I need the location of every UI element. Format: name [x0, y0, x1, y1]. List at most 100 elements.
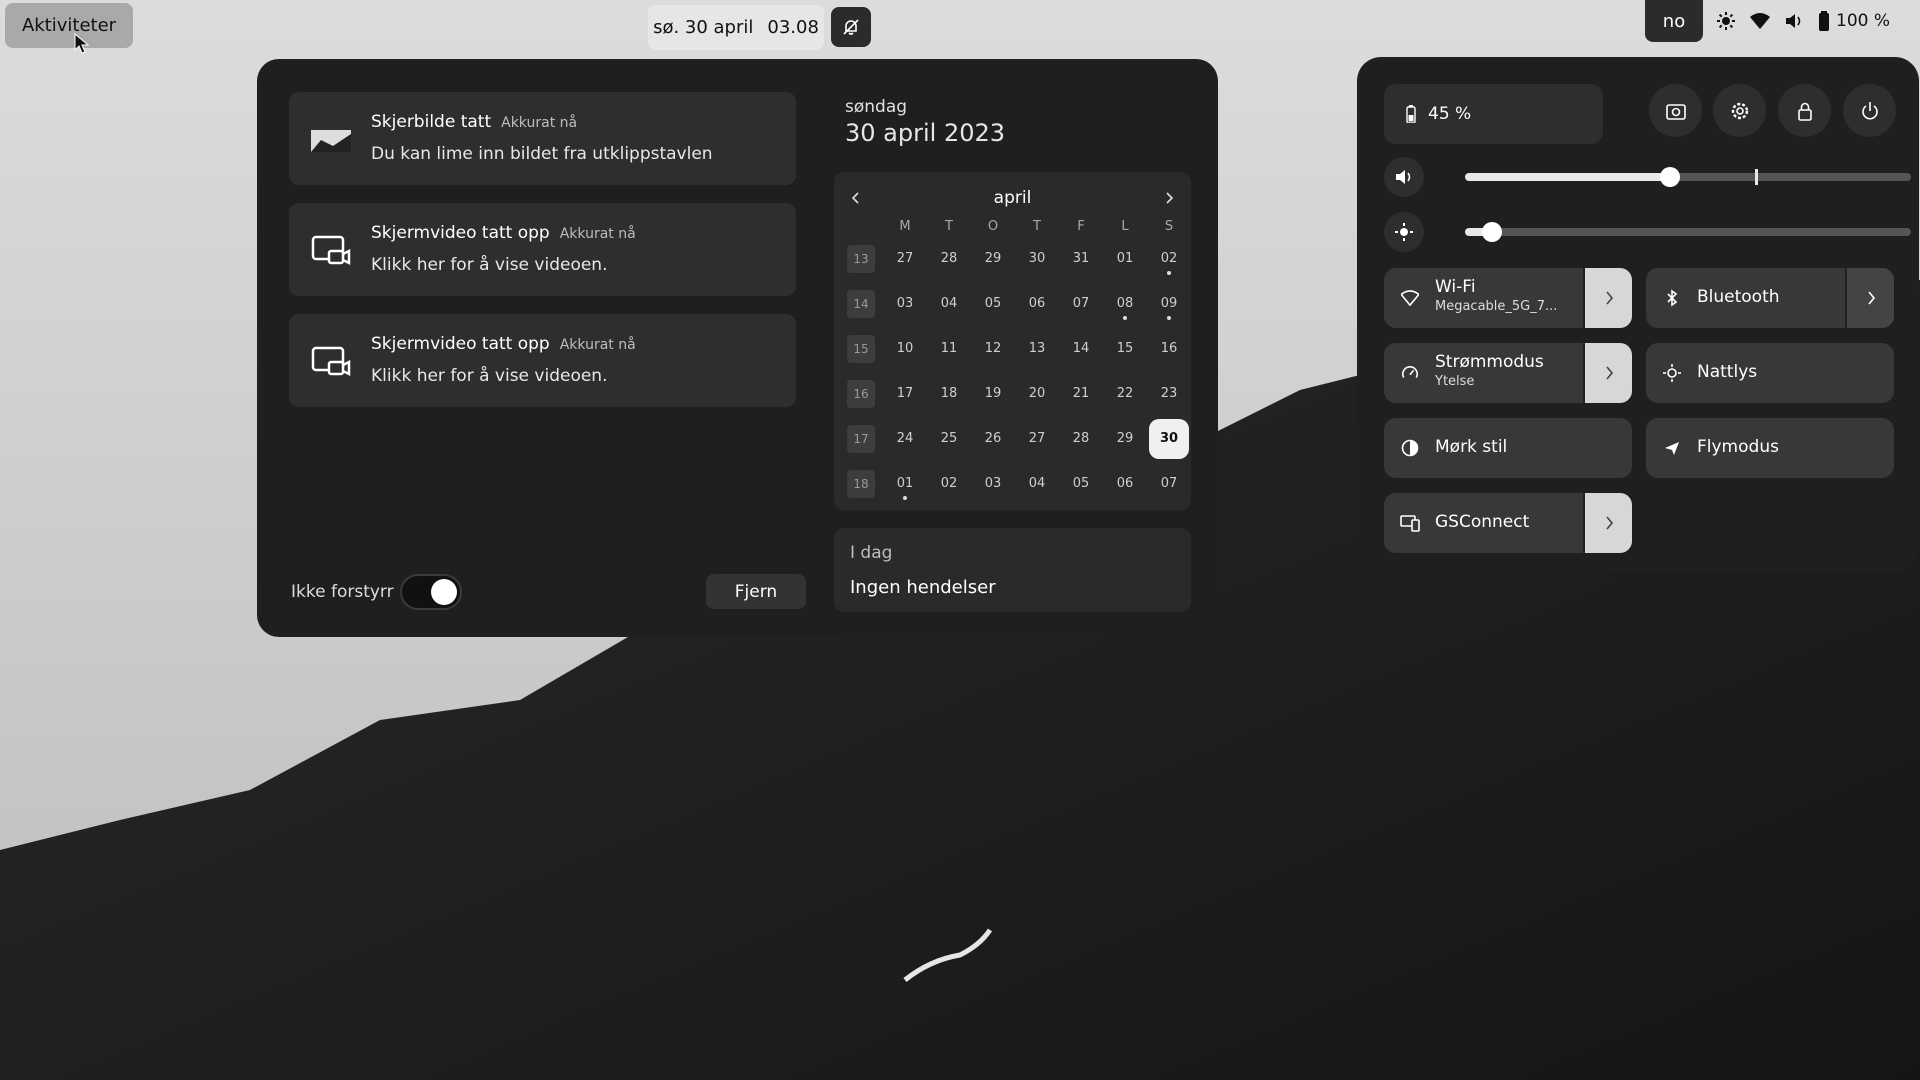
week-number-label: 18 — [847, 469, 875, 498]
notification-screenshot[interactable]: Skjerbilde tatt Akkurat nå Du kan lime in… — [289, 92, 796, 185]
battery-percent: 100 % — [1836, 11, 1891, 31]
notification-screencast[interactable]: Skjermvideo tatt opp Akkurat nå Klikk her… — [289, 203, 796, 296]
notification-title: Skjerbilde tatt — [371, 112, 492, 132]
weekday-label: T — [1033, 218, 1041, 234]
volume-slider-row — [1384, 157, 1911, 197]
settings-button[interactable] — [1713, 84, 1766, 137]
system-status-area[interactable]: 100 % — [1716, 0, 1890, 42]
brightness-thumb[interactable] — [1481, 222, 1502, 242]
calendar-day[interactable]: 05 — [971, 281, 1015, 326]
calendar-day[interactable]: 30 — [1147, 416, 1191, 461]
volume-thumb[interactable] — [1660, 167, 1681, 187]
calendar-day[interactable]: 28 — [1059, 416, 1103, 461]
calendar-day[interactable]: 09 — [1147, 281, 1191, 326]
calendar-day[interactable]: 02 — [1147, 236, 1191, 281]
calendar-day[interactable]: 13 — [1015, 326, 1059, 371]
calendar-day[interactable]: 01 — [1103, 236, 1147, 281]
power-mode-tile[interactable]: Strømmodus Ytelse — [1384, 343, 1632, 403]
calendar-day[interactable]: 18 — [927, 371, 971, 416]
calendar-day[interactable]: 02 — [927, 461, 971, 506]
brightness-slider[interactable] — [1465, 222, 1911, 242]
week-number-label: 16 — [847, 379, 875, 408]
week-number: 17 — [839, 416, 883, 461]
calendar-day[interactable]: 27 — [883, 236, 927, 281]
clock-time: 03.08 — [767, 17, 819, 38]
calendar-day[interactable]: 11 — [927, 326, 971, 371]
airplane-mode-label: Flymodus — [1697, 437, 1779, 457]
clock-button[interactable]: sø. 30 april 03.08 — [648, 5, 824, 50]
calendar-day[interactable]: 04 — [927, 281, 971, 326]
calendar-day[interactable]: 20 — [1015, 371, 1059, 416]
power-mode-menu-button[interactable] — [1583, 343, 1632, 403]
notification-screencast[interactable]: Skjermvideo tatt opp Akkurat nå Klikk her… — [289, 314, 796, 407]
calendar-day[interactable]: 05 — [1059, 461, 1103, 506]
dark-style-tile[interactable]: Mørk stil — [1384, 418, 1632, 478]
power-button[interactable] — [1843, 84, 1896, 137]
calendar-day[interactable]: 26 — [971, 416, 1015, 461]
calendar-day[interactable]: 19 — [971, 371, 1015, 416]
week-number: 15 — [839, 326, 883, 371]
calendar: april M T O T F L S 13 27 28 29 30 31 01 02 14 03 04 05 06 0… — [834, 172, 1191, 510]
wifi-menu-button[interactable] — [1583, 268, 1632, 328]
calendar-day[interactable]: 16 — [1147, 326, 1191, 371]
calendar-day[interactable]: 06 — [1103, 461, 1147, 506]
calendar-day[interactable]: 08 — [1103, 281, 1147, 326]
weekday-label: M — [899, 218, 911, 234]
language-indicator[interactable]: no — [1645, 0, 1703, 42]
calendar-day[interactable]: 12 — [971, 326, 1015, 371]
calendar-week-row: 15 10 11 12 13 14 15 16 — [834, 326, 1191, 371]
calendar-day[interactable]: 29 — [1103, 416, 1147, 461]
calendar-month: april — [993, 188, 1032, 208]
calendar-day[interactable]: 07 — [1059, 281, 1103, 326]
do-not-disturb-indicator[interactable] — [831, 7, 871, 47]
clear-notifications-button[interactable]: Fjern — [706, 574, 806, 609]
notification-time: Akkurat nå — [559, 226, 636, 242]
night-light-tile[interactable]: Nattlys — [1646, 343, 1894, 403]
calendar-day[interactable]: 15 — [1103, 326, 1147, 371]
power-mode-value: Ytelse — [1435, 374, 1475, 389]
calendar-day[interactable]: 17 — [883, 371, 927, 416]
screenshot-button[interactable] — [1649, 84, 1702, 137]
gsconnect-tile[interactable]: GSConnect — [1384, 493, 1632, 553]
calendar-day[interactable]: 01 — [883, 461, 927, 506]
volume-slider[interactable] — [1465, 167, 1911, 187]
calendar-day[interactable]: 24 — [883, 416, 927, 461]
week-number: 13 — [839, 236, 883, 281]
gsconnect-menu-button[interactable] — [1583, 493, 1632, 553]
calendar-full-date[interactable]: 30 april 2023 — [845, 119, 1005, 147]
calendar-day[interactable]: 30 — [1015, 236, 1059, 281]
calendar-day[interactable]: 10 — [883, 326, 927, 371]
bluetooth-menu-button[interactable] — [1845, 268, 1894, 328]
activities-button[interactable]: Aktiviteter — [5, 3, 133, 48]
wifi-icon — [1750, 13, 1770, 29]
airplane-mode-tile[interactable]: Flymodus — [1646, 418, 1894, 478]
battery-status-button[interactable]: 45 % — [1384, 84, 1603, 144]
calendar-day[interactable]: 25 — [927, 416, 971, 461]
bluetooth-tile[interactable]: Bluetooth — [1646, 268, 1894, 328]
volume-mute-button[interactable] — [1384, 157, 1424, 197]
do-not-disturb-toggle[interactable] — [400, 574, 462, 610]
calendar-day[interactable]: 22 — [1103, 371, 1147, 416]
next-month-button[interactable] — [1157, 186, 1181, 210]
lock-screen-button[interactable] — [1778, 84, 1831, 137]
wifi-tile[interactable]: Wi-Fi Megacable_5G_7... — [1384, 268, 1632, 328]
notification-calendar-panel: Skjerbilde tatt Akkurat nå Du kan lime in… — [257, 59, 1218, 637]
calendar-day[interactable]: 28 — [927, 236, 971, 281]
calendar-day[interactable]: 23 — [1147, 371, 1191, 416]
notification-time: Akkurat nå — [501, 115, 578, 131]
calendar-day[interactable]: 07 — [1147, 461, 1191, 506]
weekday-label: S — [1164, 218, 1174, 234]
calendar-day[interactable]: 14 — [1059, 326, 1103, 371]
calendar-day[interactable]: 03 — [971, 461, 1015, 506]
calendar-day[interactable]: 04 — [1015, 461, 1059, 506]
calendar-day[interactable]: 03 — [883, 281, 927, 326]
week-number: 18 — [839, 461, 883, 506]
calendar-grid: M T O T F L S 13 27 28 29 30 31 01 02 14 03 04 05 06 07 08 09 1… — [834, 216, 1191, 506]
calendar-day[interactable]: 06 — [1015, 281, 1059, 326]
lock-icon — [1797, 102, 1812, 121]
calendar-day[interactable]: 31 — [1059, 236, 1103, 281]
calendar-day[interactable]: 29 — [971, 236, 1015, 281]
calendar-day[interactable]: 21 — [1059, 371, 1103, 416]
events-section[interactable]: I dag Ingen hendelser — [834, 528, 1191, 612]
calendar-day[interactable]: 27 — [1015, 416, 1059, 461]
